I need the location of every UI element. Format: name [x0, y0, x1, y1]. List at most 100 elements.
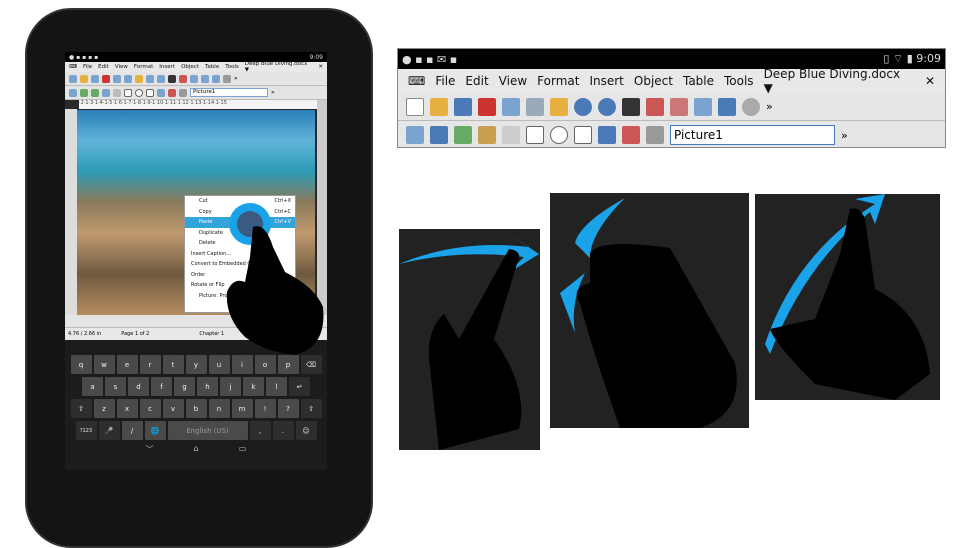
- key[interactable]: ↵: [289, 377, 310, 396]
- key[interactable]: ?: [277, 399, 299, 418]
- wrap-icon[interactable]: [430, 126, 448, 144]
- paste-icon[interactable]: [550, 97, 568, 116]
- select-icon[interactable]: [69, 88, 77, 97]
- document-title[interactable]: Deep Blue Diving.docx ▼: [764, 67, 905, 95]
- menu-format[interactable]: Format: [134, 64, 153, 70]
- key[interactable]: w: [93, 355, 115, 374]
- pdf-icon[interactable]: [478, 97, 496, 116]
- back-button[interactable]: ﹀: [146, 444, 154, 455]
- menu-view[interactable]: View: [499, 74, 527, 88]
- properties-icon[interactable]: [646, 126, 664, 144]
- image-icon[interactable]: [91, 88, 99, 97]
- key[interactable]: i: [231, 355, 253, 374]
- keyboard-icon[interactable]: ⌨: [408, 74, 425, 88]
- key[interactable]: c: [139, 399, 161, 418]
- key[interactable]: 🎤: [98, 421, 120, 440]
- shapes-icon[interactable]: [574, 126, 592, 144]
- whole-page-icon[interactable]: [694, 97, 712, 116]
- copy-icon[interactable]: [124, 74, 132, 83]
- key[interactable]: l: [266, 377, 287, 396]
- whole-page-icon[interactable]: [201, 74, 209, 83]
- menu-tools[interactable]: Tools: [225, 64, 239, 70]
- shapes-icon[interactable]: [146, 88, 154, 97]
- object-name-field[interactable]: Picture1: [190, 88, 268, 97]
- menu-file[interactable]: File: [83, 64, 92, 70]
- menu-object[interactable]: Object: [181, 64, 199, 70]
- select-icon[interactable]: [406, 126, 424, 144]
- key[interactable]: m: [231, 399, 253, 418]
- key[interactable]: v: [162, 399, 184, 418]
- redo-icon[interactable]: [157, 74, 165, 83]
- page-width-icon[interactable]: [670, 97, 688, 116]
- copy-icon[interactable]: [526, 97, 544, 116]
- more-button[interactable]: »: [234, 75, 238, 82]
- key[interactable]: o: [254, 355, 276, 374]
- key[interactable]: g: [174, 377, 195, 396]
- key[interactable]: z: [93, 399, 115, 418]
- menu-edit[interactable]: Edit: [98, 64, 109, 70]
- key[interactable]: a: [82, 377, 103, 396]
- rectangle-icon[interactable]: [526, 126, 544, 144]
- key[interactable]: y: [185, 355, 207, 374]
- key[interactable]: ?123: [75, 421, 97, 440]
- key[interactable]: h: [197, 377, 218, 396]
- cut-icon[interactable]: [502, 97, 520, 116]
- line-icon[interactable]: [113, 88, 121, 97]
- redo-icon[interactable]: [598, 97, 616, 116]
- properties-icon[interactable]: [179, 88, 187, 97]
- open-icon[interactable]: [430, 97, 448, 116]
- key[interactable]: n: [208, 399, 230, 418]
- keyboard-icon[interactable]: ⌨: [69, 64, 77, 70]
- key[interactable]: s: [105, 377, 126, 396]
- key[interactable]: ,: [249, 421, 271, 440]
- key[interactable]: 🌐: [144, 421, 166, 440]
- multi-page-icon[interactable]: [718, 97, 736, 116]
- key[interactable]: ⌫: [300, 355, 322, 374]
- new-icon[interactable]: [406, 97, 424, 116]
- zoom-100-icon[interactable]: [179, 74, 187, 83]
- key[interactable]: English (US): [167, 421, 248, 440]
- image-icon[interactable]: [454, 126, 472, 144]
- menu-view[interactable]: View: [115, 64, 128, 70]
- key[interactable]: k: [243, 377, 264, 396]
- key[interactable]: b: [185, 399, 207, 418]
- ellipse-icon[interactable]: [135, 88, 143, 97]
- key[interactable]: ⇧: [70, 399, 92, 418]
- key[interactable]: /: [121, 421, 143, 440]
- pdf-icon[interactable]: [102, 74, 110, 83]
- menu-table[interactable]: Table: [683, 74, 714, 88]
- zoom-icon[interactable]: [742, 97, 760, 116]
- key[interactable]: ☺: [295, 421, 317, 440]
- key[interactable]: d: [128, 377, 149, 396]
- menu-format[interactable]: Format: [537, 74, 579, 88]
- key[interactable]: f: [151, 377, 172, 396]
- close-button[interactable]: ✕: [925, 74, 935, 88]
- undo-icon[interactable]: [574, 97, 592, 116]
- menu-tools[interactable]: Tools: [724, 74, 754, 88]
- key[interactable]: x: [116, 399, 138, 418]
- object-name-field[interactable]: Picture1: [670, 125, 835, 145]
- rectangle-icon[interactable]: [124, 88, 132, 97]
- menu-insert[interactable]: Insert: [589, 74, 623, 88]
- find-icon[interactable]: [622, 97, 640, 116]
- zoom-icon[interactable]: [223, 74, 231, 83]
- menu-file[interactable]: File: [435, 74, 455, 88]
- wrap-icon[interactable]: [80, 88, 88, 97]
- more-button[interactable]: »: [841, 129, 848, 142]
- recents-button[interactable]: ▭: [239, 444, 247, 455]
- key[interactable]: q: [70, 355, 92, 374]
- key[interactable]: !: [254, 399, 276, 418]
- key[interactable]: u: [208, 355, 230, 374]
- open-icon[interactable]: [80, 74, 88, 83]
- key[interactable]: ⇧: [300, 399, 322, 418]
- fontwork-icon[interactable]: [157, 88, 165, 97]
- menu-table[interactable]: Table: [205, 64, 219, 70]
- close-button[interactable]: ✕: [318, 64, 323, 70]
- key[interactable]: p: [277, 355, 299, 374]
- more-button[interactable]: »: [766, 100, 773, 113]
- menu-edit[interactable]: Edit: [465, 74, 488, 88]
- line-icon[interactable]: [502, 126, 520, 144]
- zoom-100-icon[interactable]: [646, 97, 664, 116]
- key[interactable]: t: [162, 355, 184, 374]
- key[interactable]: e: [116, 355, 138, 374]
